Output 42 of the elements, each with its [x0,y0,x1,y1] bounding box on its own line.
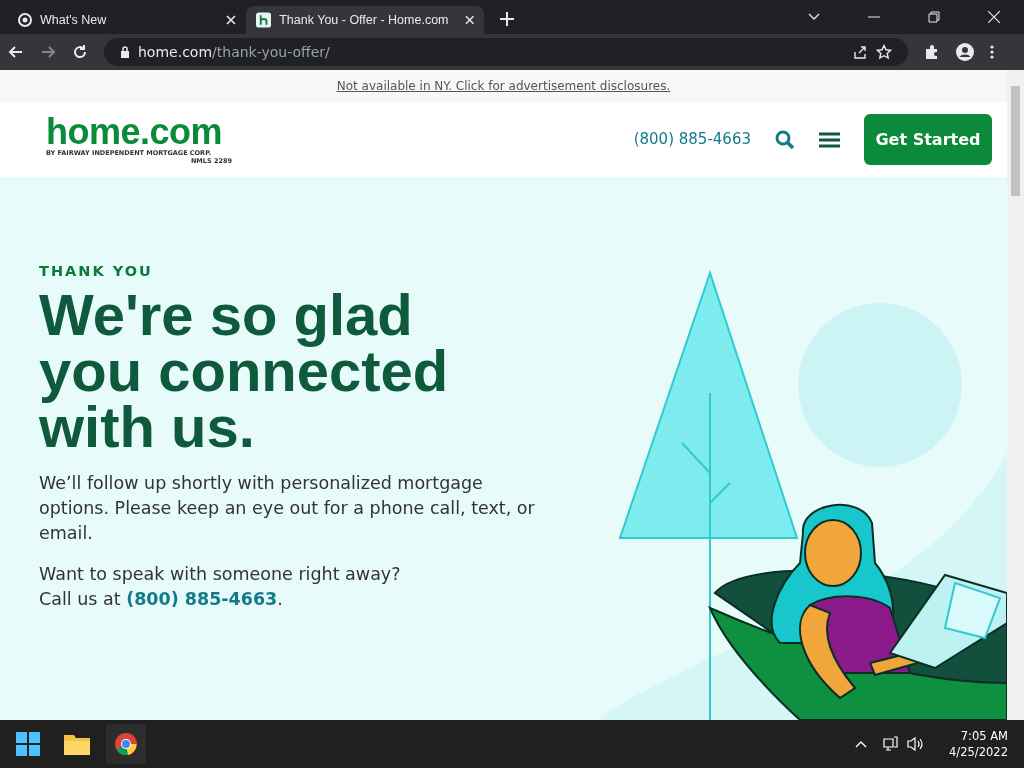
scrollbar[interactable] [1007,70,1024,720]
tab-title: Thank You - Offer - Home.com [279,11,449,29]
disclosure-link[interactable]: Not available in NY. Click for advertisement disclosures. [336,77,671,95]
chrome-icon [18,13,32,27]
start-icon[interactable] [16,732,40,756]
eyebrow-text: THANK YOU [39,262,154,281]
url-text: home.com/thank-you-offer/ [138,42,330,62]
chevron-up-icon[interactable] [855,740,868,748]
volume-icon[interactable] [907,736,926,752]
get-started-button[interactable]: Get Started [864,114,992,165]
taskbar-clock[interactable]: 7:05 AM 4/25/2022 [949,728,1008,760]
new-tab-icon[interactable] [500,11,514,26]
tab-title: What's New [40,11,107,29]
hero-text: We’ll follow up shortly with personalized mortgage options. Please keep an eye out for a phone call, text, or email. [39,471,536,545]
forward-icon[interactable] [40,44,56,60]
browser-icon [115,733,137,755]
menu-icon[interactable] [819,131,840,148]
browser-tab[interactable]: Thank You - Offer - Home.com [246,6,484,34]
close-icon[interactable] [464,15,474,25]
folder-icon[interactable] [64,733,90,755]
search-icon[interactable] [775,129,795,150]
puzzle-icon[interactable] [924,44,940,60]
site-icon [256,12,272,28]
back-icon[interactable] [8,44,24,60]
browser-tab[interactable]: What's New [8,6,246,34]
phone-link[interactable]: (800) 885-4663 [126,588,278,609]
hero-heading: We're so glad you connected with us. [39,286,450,455]
address-bar[interactable]: home.com/thank-you-offer/ [104,38,908,66]
menu-icon[interactable] [990,44,994,60]
network-icon[interactable] [883,736,900,752]
phone-link[interactable]: (800) 885-4663 [633,128,751,151]
call-text: Want to speak with someone right away? Call us at (800) 885-4663. [39,562,402,611]
share-icon[interactable] [852,44,868,60]
star-icon[interactable] [876,44,892,60]
profile-icon[interactable] [956,43,974,61]
tab-search-icon[interactable] [808,13,820,21]
close-window-icon[interactable] [988,11,1000,23]
lock-icon [120,46,130,58]
restore-icon[interactable] [928,11,940,23]
browser-taskbar-button[interactable] [106,724,146,764]
reload-icon[interactable] [72,44,88,60]
close-icon[interactable] [226,15,236,25]
